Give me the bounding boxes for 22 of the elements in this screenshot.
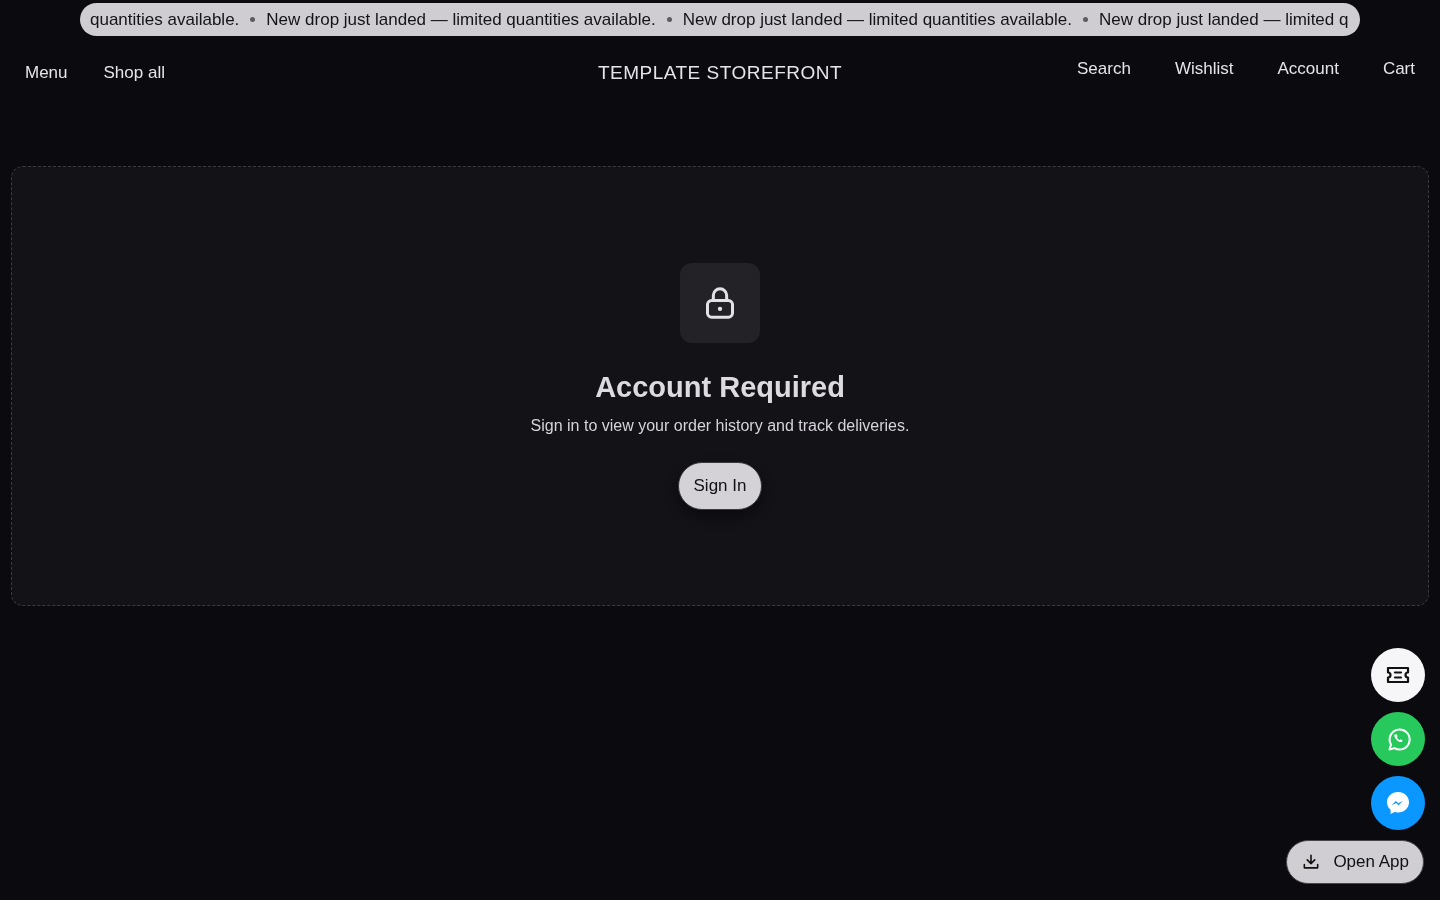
nav-link[interactable]: Menu: [25, 62, 68, 84]
sign-in-button[interactable]: Sign In: [677, 462, 763, 510]
gate-title: Account Required: [595, 370, 845, 405]
announcement-text: New drop just landed — limited quantities available.: [682, 9, 1072, 30]
whatsapp-icon[interactable]: [1371, 712, 1425, 766]
announcement-text: New drop just landed — limited q: [1099, 9, 1349, 30]
ticket-icon[interactable]: [1371, 648, 1425, 702]
lock-icon: [680, 263, 760, 343]
nav-link[interactable]: Account: [1277, 58, 1339, 80]
nav-link[interactable]: Cart: [1382, 58, 1415, 80]
announcement-text: quantities available.: [90, 9, 240, 30]
gate-message: Sign in to view your order history and track deliveries.: [530, 416, 910, 436]
separator-dot-icon: [666, 17, 672, 22]
open-app-button[interactable]: Open App: [1286, 840, 1424, 884]
messenger-icon[interactable]: [1371, 776, 1425, 830]
separator-dot-icon: [250, 17, 256, 22]
separator-dot-icon: [1083, 17, 1088, 22]
store-logo[interactable]: TEMPLATE STOREFRONT: [597, 62, 843, 84]
nav-link[interactable]: Wishlist: [1174, 58, 1234, 80]
announcement-text: New drop just landed — limited quantities available.: [266, 9, 656, 30]
nav-link[interactable]: Search: [1077, 58, 1131, 80]
nav-link[interactable]: Shop all: [103, 62, 165, 84]
